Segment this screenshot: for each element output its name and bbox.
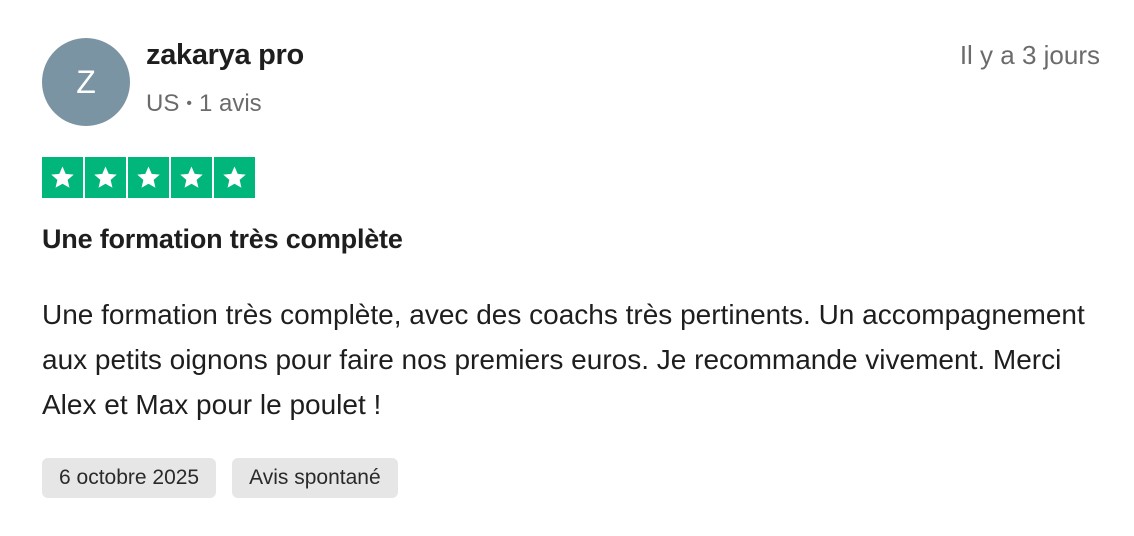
meta-separator: • — [186, 95, 192, 112]
star-icon — [214, 157, 255, 198]
star-icon — [128, 157, 169, 198]
reviewer-name[interactable]: zakarya pro — [146, 39, 304, 72]
review-date-tag: 6 octobre 2025 — [42, 458, 217, 498]
star-icon — [85, 157, 126, 198]
review-tags: 6 octobre 2025 Avis spontané — [42, 458, 398, 498]
star-icon — [42, 157, 83, 198]
review-body: Une formation très complète, avec des co… — [42, 299, 1085, 420]
review-relative-time: Il y a 3 jours — [959, 40, 1100, 70]
star-icon — [171, 157, 212, 198]
reviewer-meta: US • 1 avis — [146, 90, 262, 118]
review-title[interactable]: Une formation très complète — [42, 224, 403, 255]
review-header: Z zakarya pro US • 1 avis Il y a 3 jours — [42, 38, 1100, 128]
reviewer-country: US — [146, 90, 180, 117]
star-rating — [42, 157, 255, 198]
reviewer-review-count: 1 avis — [198, 90, 262, 117]
review-card: Z zakarya pro US • 1 avis Il y a 3 jours… — [0, 0, 1134, 536]
review-type-tag: Avis spontané — [232, 458, 398, 498]
avatar[interactable]: Z — [42, 38, 130, 126]
avatar-initial: Z — [76, 64, 96, 100]
